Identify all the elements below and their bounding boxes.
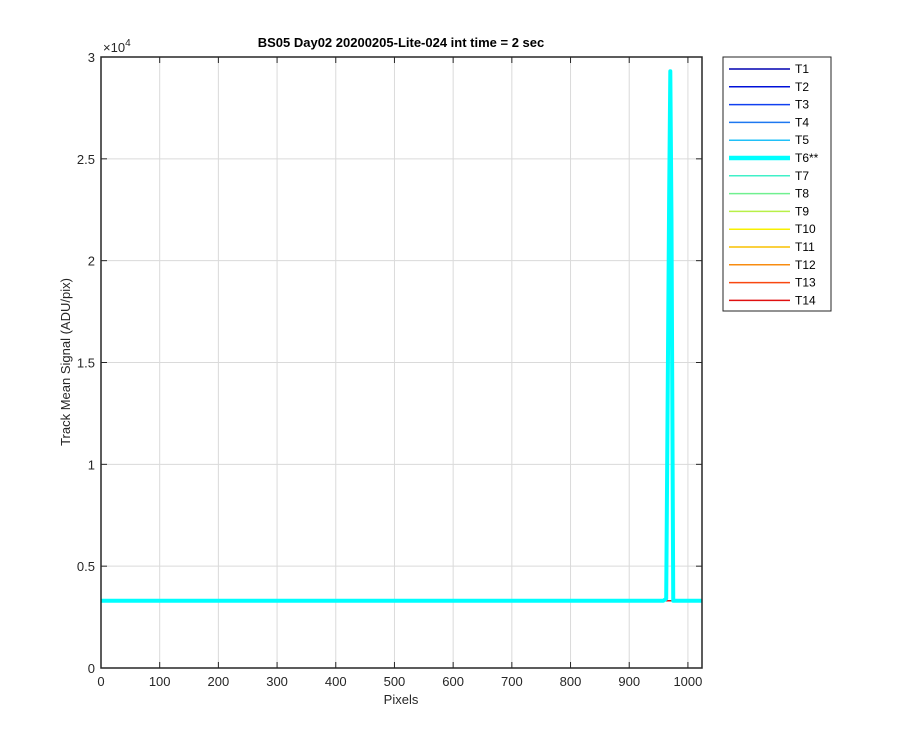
x-tick-label: 0 bbox=[97, 674, 104, 689]
legend-label-t13: T13 bbox=[795, 276, 816, 290]
legend-label-t9: T9 bbox=[795, 204, 809, 218]
legend-label-t6: T6** bbox=[795, 151, 819, 165]
x-tick-label: 600 bbox=[442, 674, 464, 689]
y-tick-label: 0.5 bbox=[77, 559, 95, 574]
x-tick-label: 700 bbox=[501, 674, 523, 689]
x-tick-label: 100 bbox=[149, 674, 171, 689]
legend-label-t3: T3 bbox=[795, 98, 809, 112]
legend-label-t11: T11 bbox=[795, 240, 815, 254]
legend-label-t2: T2 bbox=[795, 80, 809, 94]
legend-label-t1: T1 bbox=[795, 62, 809, 76]
chart: 0 100 200 300 400 500 600 700 800 900 1000 0 0.5 1 1.5… bbox=[58, 35, 832, 707]
legend-label-t10: T10 bbox=[795, 222, 816, 236]
x-tick-label: 200 bbox=[208, 674, 230, 689]
y-tick-label: 1 bbox=[88, 457, 95, 472]
x-tick-label: 500 bbox=[384, 674, 406, 689]
x-axis-label: Pixels bbox=[384, 692, 419, 707]
legend-label-t5: T5 bbox=[795, 133, 809, 147]
x-tick-label: 300 bbox=[266, 674, 288, 689]
x-tick-label: 1000 bbox=[673, 674, 702, 689]
y-exponent-base: ×10 bbox=[103, 40, 125, 55]
x-tick-label: 900 bbox=[618, 674, 640, 689]
legend-label-t8: T8 bbox=[795, 187, 809, 201]
y-tick-label: 0 bbox=[88, 661, 95, 676]
legend-box bbox=[722, 56, 832, 312]
legend-label-t14: T14 bbox=[795, 293, 816, 307]
y-axis-label: Track Mean Signal (ADU/pix) bbox=[58, 278, 73, 446]
y-tick-label: 2 bbox=[88, 254, 95, 269]
legend-label-t4: T4 bbox=[795, 115, 809, 129]
y-exponent-label: ×104 bbox=[103, 38, 131, 55]
x-tick-label: 400 bbox=[325, 674, 347, 689]
x-tick-label: 800 bbox=[560, 674, 582, 689]
legend-label-t12: T12 bbox=[795, 258, 816, 272]
y-tick-label: 3 bbox=[88, 50, 95, 65]
chart-title: BS05 Day02 20200205-Lite-024 int time = … bbox=[258, 35, 545, 50]
y-exponent-power: 4 bbox=[125, 38, 131, 49]
legend[interactable]: T1 T2 T3 T4 T5 T6** T7 T8 T9 T10 T11 T12 T13 T14 bbox=[722, 56, 832, 312]
y-tick-label: 2.5 bbox=[77, 152, 95, 167]
y-tick-label: 1.5 bbox=[77, 356, 95, 371]
legend-label-t7: T7 bbox=[795, 169, 809, 183]
